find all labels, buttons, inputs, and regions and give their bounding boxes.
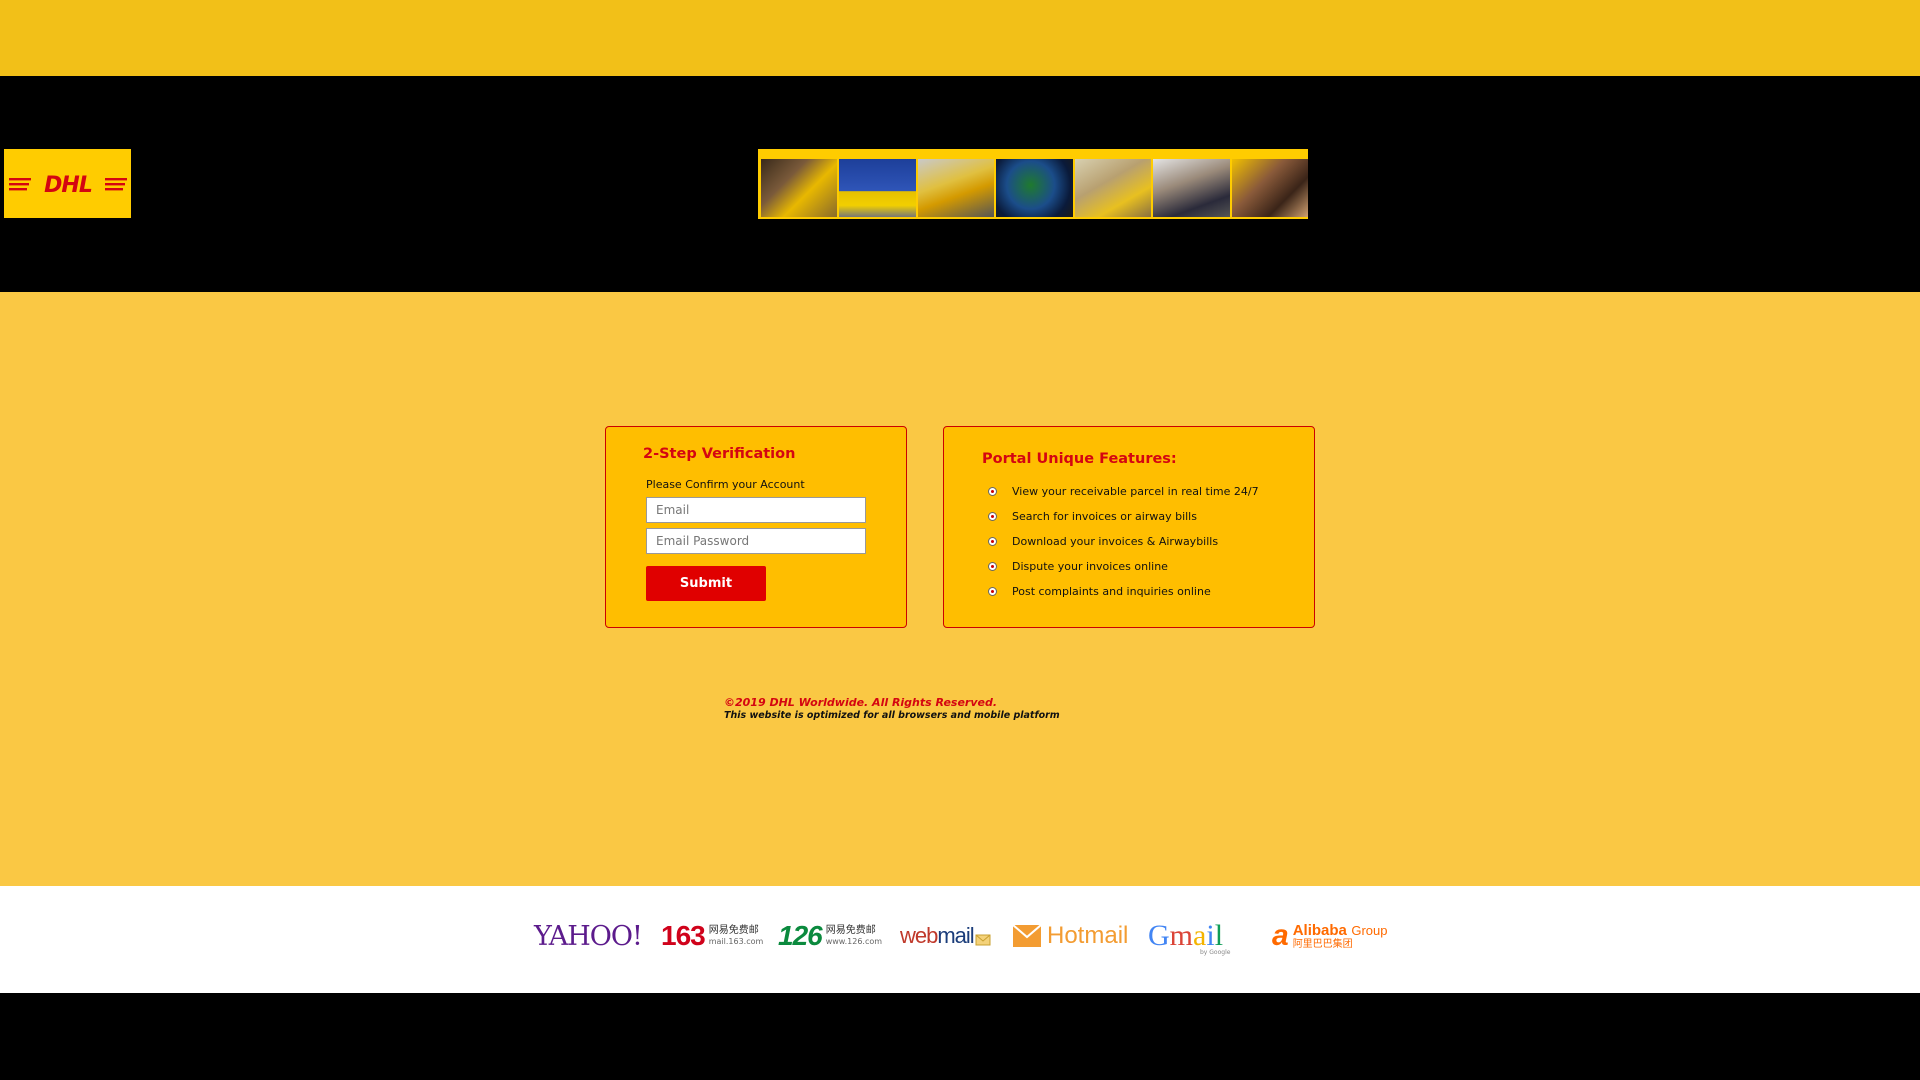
- main-content: 2-Step Verification Please Confirm your …: [0, 292, 1920, 886]
- feature-item: Search for invoices or airway bills: [988, 504, 1259, 529]
- hotmail-envelope-icon: [1012, 924, 1042, 947]
- features-list: View your receivable parcel in real time…: [988, 479, 1259, 604]
- hotmail-logo[interactable]: Hotmail: [1012, 916, 1128, 956]
- mail-providers-strip: YAHOO! 163 网易免费邮 mail.163.com 126 网易免费邮 …: [0, 886, 1920, 993]
- optimized-note: This website is optimized for all browse…: [724, 710, 1060, 721]
- bullet-icon: [988, 512, 997, 521]
- header-banner: [758, 149, 1308, 219]
- svg-text:DHL: DHL: [44, 173, 92, 198]
- 126-mail-logo[interactable]: 126 网易免费邮 www.126.com: [778, 916, 882, 956]
- bullet-icon: [988, 562, 997, 571]
- dhl-logo: DHL: [4, 149, 131, 218]
- banner-image-agent: [1231, 159, 1308, 217]
- email-password-input[interactable]: [646, 528, 866, 554]
- yahoo-logo[interactable]: YAHOO!: [534, 916, 643, 956]
- gmail-logo[interactable]: Gmail by Google: [1148, 916, 1240, 956]
- feature-item: View your receivable parcel in real time…: [988, 479, 1259, 504]
- features-panel: Portal Unique Features: View your receiv…: [943, 426, 1315, 628]
- bullet-icon: [988, 587, 997, 596]
- 163-mail-logo[interactable]: 163 网易免费邮 mail.163.com: [661, 916, 763, 956]
- banner-image-office: [1153, 159, 1230, 217]
- svg-text:Gmail: Gmail: [1148, 919, 1223, 952]
- submit-button[interactable]: Submit: [646, 566, 766, 601]
- top-yellow-band: [0, 0, 1920, 76]
- banner-image-van: [839, 159, 916, 217]
- svg-text:by Google: by Google: [1200, 949, 1231, 956]
- banner-image-courier: [761, 159, 838, 217]
- banner-image-airplane: [917, 159, 995, 217]
- feature-item: Post complaints and inquiries online: [988, 579, 1259, 604]
- banner-image-worker: [1074, 159, 1152, 217]
- bullet-icon: [988, 487, 997, 496]
- banner-image-globe: [996, 159, 1073, 217]
- bullet-icon: [988, 537, 997, 546]
- alibaba-a-icon: a: [1272, 919, 1289, 952]
- webmail-logo[interactable]: web mail: [900, 916, 991, 956]
- copyright-text: ©2019 DHL Worldwide. All Rights Reserved…: [724, 696, 998, 709]
- header: DHL: [0, 76, 1920, 292]
- bottom-black-band: [0, 993, 1920, 1080]
- envelope-icon: [975, 934, 991, 946]
- feature-item: Dispute your invoices online: [988, 554, 1259, 579]
- feature-item: Download your invoices & Airwaybills: [988, 529, 1259, 554]
- alibaba-group-logo[interactable]: a Alibaba Group 阿里巴巴集团: [1272, 916, 1387, 956]
- features-title: Portal Unique Features:: [982, 451, 1177, 467]
- verification-panel: 2-Step Verification Please Confirm your …: [605, 426, 907, 628]
- verification-prompt: Please Confirm your Account: [646, 478, 805, 491]
- email-input[interactable]: [646, 497, 866, 523]
- verification-title: 2-Step Verification: [643, 446, 796, 462]
